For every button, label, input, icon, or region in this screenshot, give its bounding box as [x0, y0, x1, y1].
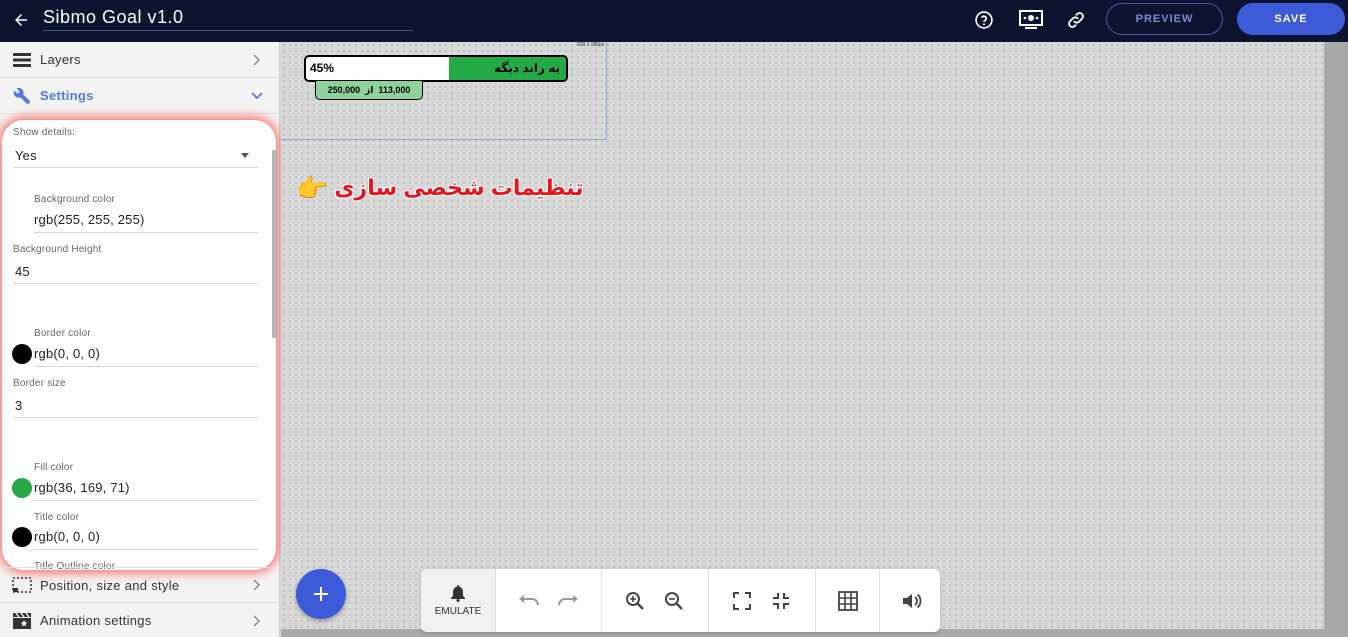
- settings-scrollbar[interactable]: [272, 150, 277, 338]
- field-underline: [13, 283, 258, 284]
- selection-icon: [12, 575, 32, 595]
- toolbar-divider: [495, 569, 496, 632]
- left-panel: Layers Settings Show details: Yes Backgr…: [0, 42, 280, 637]
- plus-icon: [314, 587, 328, 601]
- goal-percent: 45%: [310, 61, 335, 75]
- fullscreen-icon[interactable]: [730, 589, 754, 613]
- background-color-label: Background color: [34, 194, 116, 205]
- toolbar-divider: [601, 569, 602, 632]
- zoom-out-icon[interactable]: [662, 589, 686, 613]
- frame-size-label: 600 x 180px: [577, 42, 605, 48]
- fill-color-label: Fill color: [34, 462, 74, 473]
- dropdown-caret-icon[interactable]: [241, 153, 249, 158]
- section-label: Settings: [40, 88, 94, 103]
- background-height-label: Background Height: [13, 244, 102, 255]
- title-color-input[interactable]: rgb(0, 0, 0): [34, 529, 100, 544]
- section-position[interactable]: Position, size and style: [0, 567, 280, 603]
- chevron-right-icon: [250, 53, 264, 67]
- chevron-right-icon: [250, 578, 264, 592]
- grid-icon[interactable]: [836, 589, 860, 613]
- annotation: 👉 تنظیمات شخصی سازی: [296, 170, 584, 206]
- background-color-swatch[interactable]: [12, 210, 32, 230]
- field-underline: [13, 417, 258, 418]
- clapperboard-icon: [12, 611, 32, 631]
- monitor-settings-icon[interactable]: [1019, 9, 1043, 31]
- border-color-label: Border color: [34, 328, 91, 339]
- section-label: Position, size and style: [40, 577, 180, 593]
- goal-current: 113,000: [378, 85, 411, 95]
- field-underline: [13, 167, 258, 168]
- zoom-in-icon[interactable]: [623, 589, 647, 613]
- emulate-button[interactable]: EMULATE: [421, 569, 495, 632]
- goal-target: 250,000: [327, 85, 361, 95]
- add-layer-button[interactable]: [296, 569, 346, 619]
- fill-color-input[interactable]: rgb(36, 169, 71): [34, 480, 130, 495]
- title-field[interactable]: Sibmo Goal v1.0: [43, 4, 413, 31]
- undo-icon[interactable]: [517, 589, 541, 613]
- section-settings[interactable]: Settings: [0, 78, 280, 114]
- background-color-input[interactable]: rgb(255, 255, 255): [34, 212, 145, 227]
- section-layers[interactable]: Layers: [0, 42, 280, 78]
- help-icon[interactable]: [973, 9, 995, 31]
- widget-title[interactable]: Sibmo Goal v1.0: [43, 4, 413, 31]
- field-underline: [34, 232, 258, 233]
- bottom-toolbar: EMULATE: [421, 569, 940, 632]
- goal-progress-bar[interactable]: 45% یه راند دیگه: [304, 55, 568, 82]
- background-height-input[interactable]: 45: [15, 264, 30, 279]
- fill-color-swatch[interactable]: [12, 478, 32, 498]
- section-label: Layers: [40, 52, 81, 67]
- preview-button[interactable]: PREVIEW: [1106, 3, 1223, 35]
- redo-icon[interactable]: [556, 589, 580, 613]
- goal-details: 250,000 از 113,000: [315, 80, 423, 100]
- field-underline: [34, 500, 258, 501]
- back-arrow-icon[interactable]: [10, 9, 32, 31]
- show-details-select[interactable]: Yes: [15, 148, 37, 163]
- top-bar: Sibmo Goal v1.0 PREVIEW SAVE: [0, 0, 1348, 42]
- save-button[interactable]: SAVE: [1237, 3, 1345, 35]
- canvas-scroll-gutter: [1324, 42, 1348, 637]
- toolbar-divider: [708, 569, 709, 632]
- settings-panel: Show details: Yes Background color rgb(2…: [2, 120, 276, 570]
- toolbar-divider: [879, 569, 880, 632]
- emulate-label: EMULATE: [434, 606, 482, 617]
- fullscreen-exit-icon[interactable]: [769, 589, 793, 613]
- chevron-down-icon: [250, 89, 264, 103]
- section-animation[interactable]: Animation settings: [0, 603, 280, 637]
- link-icon[interactable]: [1065, 9, 1087, 31]
- annotation-text: تنظیمات شخصی سازی: [334, 175, 584, 200]
- show-details-label: Show details:: [13, 127, 76, 138]
- bell-icon: [451, 585, 465, 602]
- border-size-label: Border size: [13, 378, 66, 389]
- title-color-label: Title color: [34, 512, 80, 523]
- border-color-swatch[interactable]: [12, 344, 32, 364]
- pointing-hand-icon: 👉: [296, 172, 329, 203]
- border-size-input[interactable]: 3: [15, 398, 22, 413]
- field-underline: [34, 366, 258, 367]
- toolbar-divider: [815, 569, 816, 632]
- title-color-swatch[interactable]: [12, 527, 32, 547]
- goal-title: یه راند دیگه: [494, 61, 560, 75]
- goal-separator: از: [365, 84, 374, 95]
- chevron-right-icon: [250, 614, 264, 628]
- wrench-icon: [12, 86, 32, 106]
- field-underline: [34, 549, 258, 550]
- border-color-input[interactable]: rgb(0, 0, 0): [34, 346, 100, 361]
- section-label: Animation settings: [40, 613, 152, 628]
- layers-icon: [12, 50, 32, 70]
- volume-icon[interactable]: [900, 589, 924, 613]
